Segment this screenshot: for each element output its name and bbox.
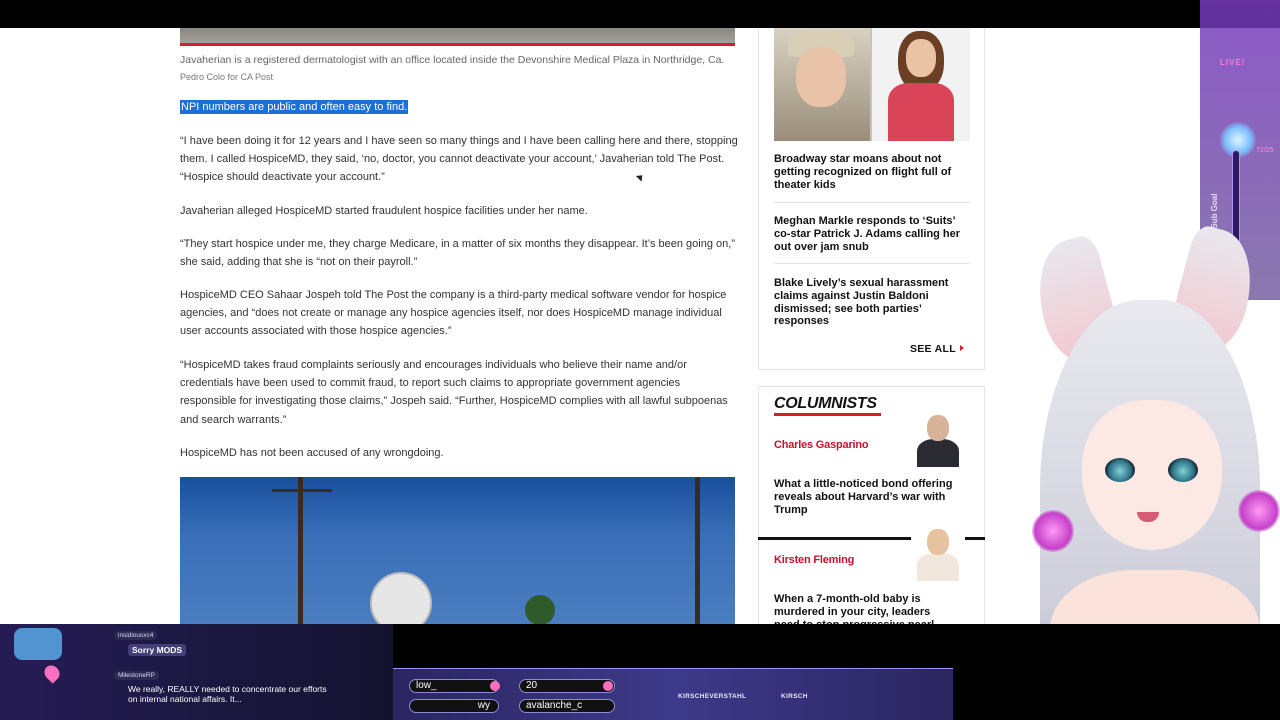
chat-message-1: Sorry MODS bbox=[128, 644, 187, 656]
ticker-field-1: low_ bbox=[409, 679, 499, 693]
paragraph-6: HospiceMD has not been accused of any wr… bbox=[180, 447, 444, 459]
palm-tree bbox=[525, 595, 555, 624]
divider bbox=[774, 202, 970, 203]
top-black-bar bbox=[0, 0, 1280, 28]
columnist-headline-2[interactable]: When a 7-month-old baby is murdered in y… bbox=[774, 593, 959, 624]
ticker-field-3: wy bbox=[409, 699, 499, 713]
rocket-icon bbox=[603, 681, 613, 691]
heading-underline bbox=[774, 413, 881, 416]
divider bbox=[774, 263, 970, 264]
highlighted-text[interactable]: NPI numbers are public and often easy to… bbox=[180, 100, 409, 114]
ticker-bar: low_ 20 wy avalanche_c KIRSCHEVERSTAHL K… bbox=[393, 668, 953, 720]
see-all-label: SEE ALL bbox=[909, 343, 956, 355]
columnist-portrait-2[interactable] bbox=[911, 525, 965, 581]
trending-thumbnail[interactable] bbox=[774, 28, 970, 141]
trending-sidebar: Broadway star moans about not getting re… bbox=[758, 28, 985, 370]
heart-icon bbox=[490, 681, 500, 691]
flower-icon bbox=[1238, 490, 1280, 532]
ticker-label-1: KIRSCHEVERSTAHL bbox=[678, 693, 747, 700]
arrow-right-icon bbox=[960, 345, 964, 351]
article-image-top bbox=[180, 28, 735, 46]
columnist-name-2[interactable]: Kirsten Fleming bbox=[774, 554, 854, 566]
image-credit: Pedro Colo for CA Post bbox=[180, 72, 274, 82]
chat-mascot-icon bbox=[14, 628, 62, 660]
left-eye bbox=[1105, 458, 1135, 482]
sub-goal-count: 72/25 bbox=[1256, 147, 1274, 154]
article-photo-satellite-dish bbox=[180, 477, 735, 624]
avatar-face bbox=[1082, 400, 1222, 550]
paragraph-5: “HospiceMD takes fraud complaints seriou… bbox=[180, 359, 728, 426]
live-label: LIVE! bbox=[1220, 58, 1246, 67]
ticker-field-4: avalanche_c bbox=[519, 699, 615, 713]
chat-username-1: insidiousxc4 bbox=[114, 631, 158, 640]
satellite-dish bbox=[370, 572, 432, 624]
see-all-link[interactable]: SEE ALL bbox=[910, 343, 964, 355]
trending-link-1[interactable]: Broadway star moans about not getting re… bbox=[774, 153, 972, 191]
columnists-sidebar: COLUMNISTS Charles Gasparino What a litt… bbox=[758, 386, 985, 624]
right-eye bbox=[1168, 458, 1198, 482]
paragraph-1: “I have been doing it for 12 years and I… bbox=[180, 135, 738, 184]
heart-icon bbox=[41, 662, 63, 684]
trending-link-2[interactable]: Meghan Markle responds to ‘Suits’ co-sta… bbox=[774, 215, 972, 253]
paragraph-4: HospiceMD CEO Sahaar Jospeh told The Pos… bbox=[180, 289, 727, 338]
trending-link-3[interactable]: Blake Lively’s sexual harassment claims … bbox=[774, 277, 972, 328]
columnist-name-1[interactable]: Charles Gasparino bbox=[774, 439, 869, 451]
paragraph-3: “They start hospice under me, they charg… bbox=[180, 238, 735, 269]
image-caption: Javaherian is a registered dermatologist… bbox=[180, 54, 725, 66]
paragraph-2: Javaherian alleged HospiceMD started fra… bbox=[180, 205, 588, 217]
ticker-label-2: KIRSCH bbox=[781, 693, 808, 700]
chat-username-2: MilestoneRP bbox=[114, 671, 159, 680]
chat-box: insidiousxc4 Sorry MODS MilestoneRP We r… bbox=[0, 624, 393, 720]
columnist-headline-1[interactable]: What a little-noticed bond offering reve… bbox=[774, 478, 959, 516]
chat-message-2: We really, REALLY needed to concentrate … bbox=[128, 684, 327, 704]
stream-bottom-bar: insidiousxc4 Sorry MODS MilestoneRP We r… bbox=[0, 624, 1280, 720]
columnists-heading: COLUMNISTS bbox=[774, 395, 877, 412]
ticker-field-2: 20 bbox=[519, 679, 615, 693]
columnist-portrait-1[interactable] bbox=[911, 411, 965, 467]
flower-icon bbox=[1032, 510, 1074, 552]
